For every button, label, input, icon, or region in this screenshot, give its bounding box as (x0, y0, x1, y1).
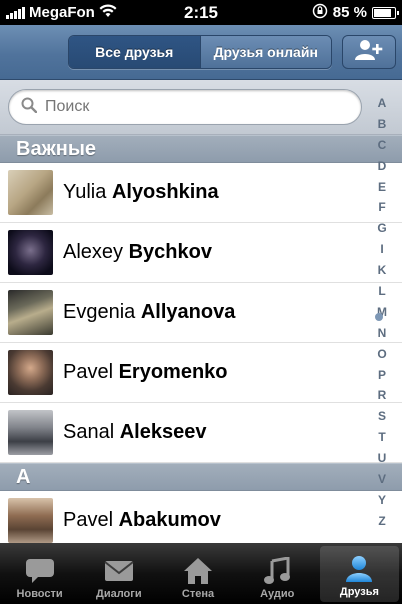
clock: 2:15 (183, 2, 219, 22)
tab-friends[interactable]: Друзья (319, 546, 400, 602)
friend-name: Sanal Alekseev (63, 421, 207, 443)
index-letter[interactable]: E (378, 177, 386, 198)
friend-row[interactable]: Alexey Bychkov (0, 223, 402, 283)
friends-icon (342, 554, 376, 584)
index-letter[interactable]: B (378, 114, 387, 135)
status-left: MegaFon (6, 3, 156, 22)
index-letter[interactable]: L (378, 281, 385, 302)
index-letter[interactable]: Z (378, 511, 385, 532)
segment-online-friends[interactable]: Друзья онлайн (199, 36, 331, 68)
friend-name: Yulia Alyoshkina (63, 181, 219, 203)
search-input[interactable] (45, 98, 325, 116)
friend-row[interactable]: Evgenia Allyanova (0, 283, 402, 343)
add-person-icon (354, 39, 384, 66)
add-friend-button[interactable] (342, 35, 396, 69)
friend-name: Pavel Abakumov (63, 509, 221, 531)
signal-icon (6, 6, 25, 19)
battery-icon (372, 6, 399, 19)
index-letter[interactable]: S (378, 406, 386, 427)
tab-label: Друзья (339, 586, 379, 598)
tab-wall[interactable]: Стена (158, 543, 237, 604)
index-letter[interactable]: C (378, 135, 387, 156)
tab-bar: Новости Диалоги Стена Аудио Друзья (0, 543, 402, 604)
friend-row[interactable]: Pavel Eryomenko (0, 343, 402, 403)
index-position-dot (375, 313, 383, 321)
rotation-lock-icon (312, 3, 328, 23)
avatar (8, 170, 53, 215)
index-letter[interactable]: Y (378, 490, 386, 511)
status-right: 85 % (246, 3, 399, 23)
index-letter[interactable]: U (378, 448, 387, 469)
index-letter[interactable]: G (377, 218, 386, 239)
search-bar (0, 80, 402, 135)
envelope-icon (102, 556, 136, 586)
tab-label: Стена (181, 588, 215, 600)
status-bar: MegaFon 2:15 85 % (0, 0, 402, 25)
friend-row[interactable]: Sanal Alekseev (0, 403, 402, 463)
wifi-icon (99, 3, 117, 22)
friend-name: Alexey Bychkov (63, 241, 212, 263)
avatar (8, 290, 53, 335)
index-letter[interactable]: D (378, 156, 387, 177)
music-note-icon (260, 556, 294, 586)
index-letter[interactable]: K (378, 260, 387, 281)
tab-dialogs[interactable]: Диалоги (79, 543, 158, 604)
index-letter[interactable]: A (378, 93, 387, 114)
segment-all-friends[interactable]: Все друзья (69, 36, 200, 68)
friend-name: Pavel Eryomenko (63, 361, 228, 383)
section-index[interactable]: A B C D E F G I K L M N O P R S T U V Y … (362, 93, 402, 533)
index-letter[interactable]: I (380, 239, 383, 260)
avatar (8, 410, 53, 455)
section-header-important: Важные (0, 135, 402, 163)
friend-name: Evgenia Allyanova (63, 301, 236, 323)
tab-label: Новости (16, 588, 63, 600)
friend-row[interactable]: Yulia Alyoshkina (0, 163, 402, 223)
avatar (8, 498, 53, 543)
tab-label: Диалоги (95, 588, 142, 600)
search-field[interactable] (8, 89, 362, 125)
index-letter[interactable]: O (377, 344, 386, 365)
avatar (8, 350, 53, 395)
tab-audio[interactable]: Аудио (238, 543, 317, 604)
search-icon (21, 97, 38, 118)
news-bubble-icon (23, 556, 57, 586)
avatar (8, 230, 53, 275)
friends-filter-segmented-control: Все друзья Друзья онлайн (68, 35, 332, 69)
index-letter[interactable]: P (378, 365, 386, 386)
home-icon (181, 556, 215, 586)
battery-label: 85 % (332, 4, 367, 21)
friend-row[interactable]: Pavel Abakumov (0, 491, 402, 543)
tab-news[interactable]: Новости (0, 543, 79, 604)
index-letter[interactable]: T (378, 427, 385, 448)
friends-list[interactable]: Важные Yulia Alyoshkina Alexey Bychkov E… (0, 135, 402, 543)
section-header-a: A (0, 463, 402, 491)
tab-label: Аудио (260, 588, 295, 600)
navigation-bar: Все друзья Друзья онлайн (0, 25, 402, 80)
index-letter[interactable]: V (378, 469, 386, 490)
index-letter[interactable]: N (378, 323, 387, 344)
index-letter[interactable]: F (378, 197, 385, 218)
carrier-label: MegaFon (29, 4, 95, 21)
index-letter[interactable]: R (378, 385, 387, 406)
